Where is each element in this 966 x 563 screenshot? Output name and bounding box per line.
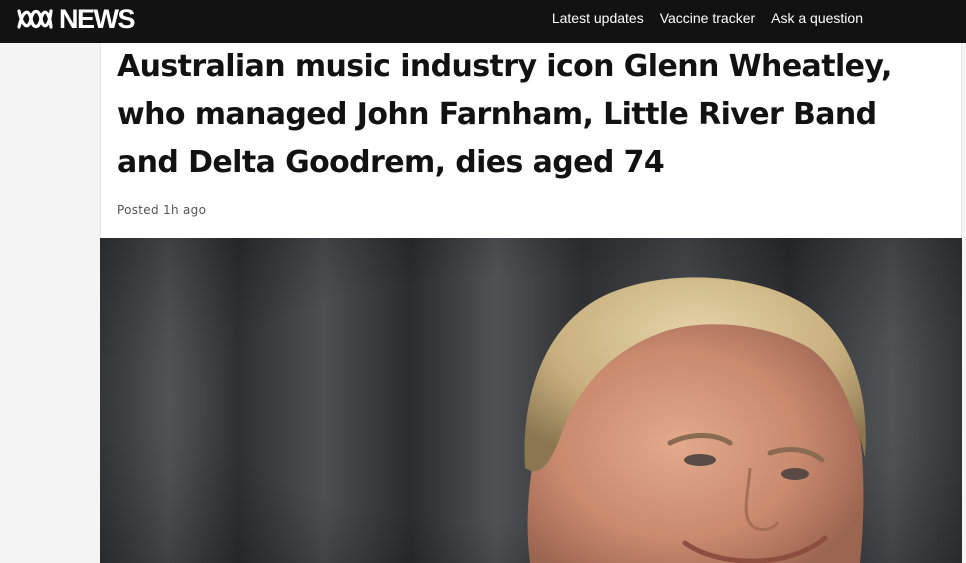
nav-vaccine-tracker[interactable]: Vaccine tracker xyxy=(660,10,755,26)
abc-lissajous-icon xyxy=(17,9,53,29)
header-nav: Latest updates Vaccine tracker Ask a que… xyxy=(552,0,863,36)
nav-latest-updates[interactable]: Latest updates xyxy=(552,10,644,26)
hero-image xyxy=(100,238,962,563)
nav-ask-a-question[interactable]: Ask a question xyxy=(771,10,863,26)
article-headline: Australian music industry icon Glenn Whe… xyxy=(117,49,892,180)
site-header: NEWS Latest updates Vaccine tracker Ask … xyxy=(0,0,966,43)
posted-timestamp: Posted 1h ago xyxy=(117,203,206,217)
hero-photo xyxy=(100,238,962,563)
abc-news-logo[interactable]: NEWS xyxy=(17,4,136,34)
posted-time: 1h ago xyxy=(163,203,207,217)
posted-label: Posted xyxy=(117,203,159,217)
logo-text: NEWS xyxy=(59,4,136,34)
article-header: Australian music industry icon Glenn Whe… xyxy=(100,43,962,238)
